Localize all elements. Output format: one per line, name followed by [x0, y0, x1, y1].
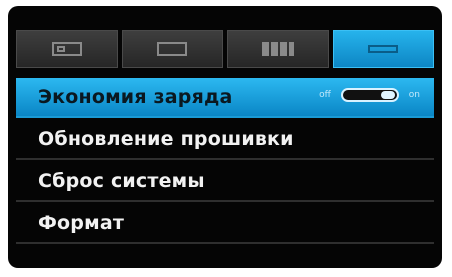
- toggle-on-label: on: [408, 90, 420, 100]
- video-frame-icon: [157, 42, 188, 56]
- settings-icon: [368, 45, 399, 53]
- tab-photo[interactable]: [16, 30, 118, 68]
- tab-settings[interactable]: [332, 30, 434, 68]
- power-saving-toggle[interactable]: off on: [319, 88, 420, 102]
- tab-video[interactable]: [121, 30, 223, 68]
- menu-item-system-reset[interactable]: Сброс системы: [16, 162, 434, 202]
- menu-item-label: Обновление прошивки: [38, 128, 294, 150]
- menu-item-label: Сброс системы: [38, 170, 205, 192]
- tab-gallery[interactable]: [227, 30, 329, 68]
- menu-item-label: Формат: [38, 212, 125, 234]
- device-screen: Экономия заряда off on Обновление прошив…: [8, 6, 442, 268]
- mode-tabs: [16, 30, 434, 68]
- settings-menu: Экономия заряда off on Обновление прошив…: [16, 78, 434, 246]
- toggle-switch[interactable]: [340, 88, 399, 102]
- menu-item-label: Экономия заряда: [38, 86, 233, 108]
- menu-item-firmware-update[interactable]: Обновление прошивки: [16, 120, 434, 160]
- menu-item-power-saving[interactable]: Экономия заряда off on: [16, 78, 434, 118]
- toggle-knob: [380, 91, 395, 99]
- toggle-off-label: off: [319, 90, 331, 100]
- menu-item-format[interactable]: Формат: [16, 204, 434, 244]
- camera-icon: [51, 42, 82, 56]
- grid-icon: [261, 42, 294, 56]
